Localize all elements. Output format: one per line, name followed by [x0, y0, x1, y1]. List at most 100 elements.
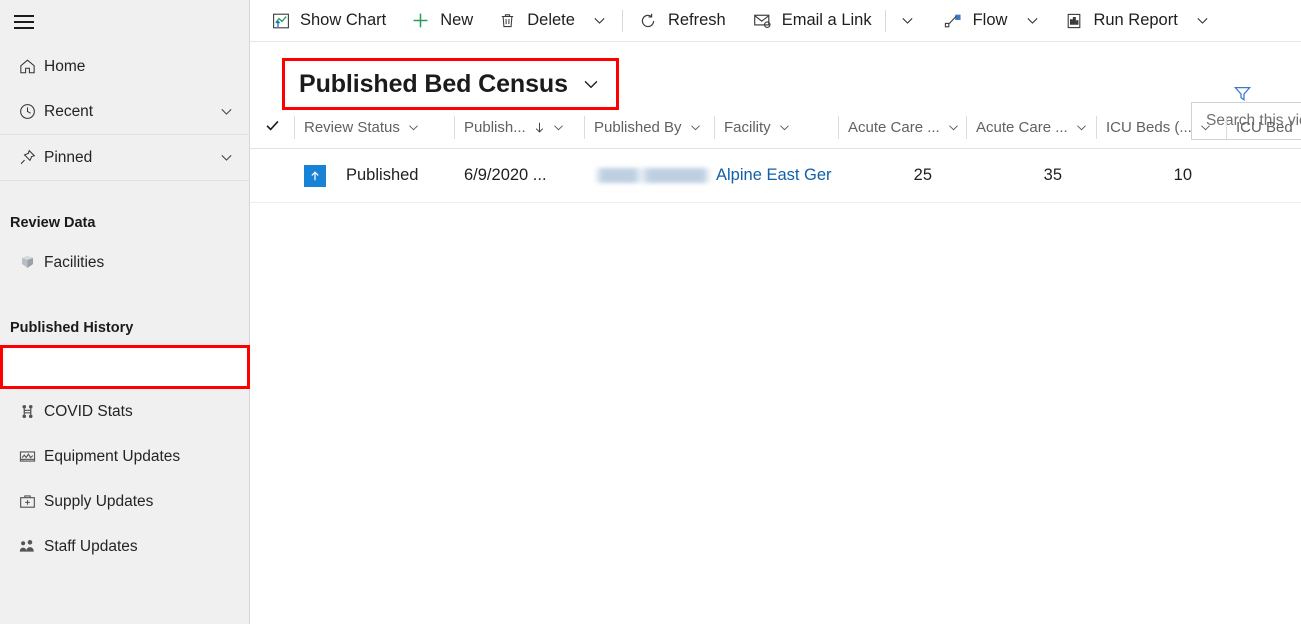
- sidebar-item-bed-census[interactable]: Bed Census: [0, 345, 249, 389]
- grid-header-label: Acute Care ...: [976, 119, 1068, 136]
- equipment-icon: [10, 447, 44, 466]
- sidebar-item-facilities[interactable]: Facilities: [0, 240, 249, 285]
- grid-header-acute-care-1[interactable]: Acute Care ...: [838, 107, 966, 148]
- view-bar: Published Bed Census: [250, 42, 1301, 140]
- review-status-value: Published: [346, 166, 419, 184]
- site-map-hamburger-button[interactable]: [0, 0, 48, 44]
- delete-overflow-caret[interactable]: [583, 0, 617, 42]
- chevron-down-icon[interactable]: [218, 149, 235, 166]
- cell-review-status: Published: [294, 149, 454, 202]
- sidebar-item-home[interactable]: Home: [0, 44, 249, 89]
- sidebar-group-title-published-history: Published History: [10, 320, 134, 336]
- sidebar-item-supply-updates[interactable]: Supply Updates: [0, 479, 249, 524]
- refresh-button[interactable]: Refresh: [628, 0, 734, 42]
- grid-header-published-on[interactable]: Publish...: [454, 107, 584, 148]
- grid-header-label: Acute Care ...: [848, 119, 940, 136]
- flow-caret[interactable]: [1015, 0, 1049, 42]
- sidebar-item-covid-stats[interactable]: COVID Stats: [0, 389, 249, 434]
- cell-acute-care-2: 35: [1043, 166, 1062, 184]
- sidebar-item-label: Staff Updates: [44, 537, 138, 555]
- email-a-link-button[interactable]: Email a Link: [734, 0, 880, 42]
- trash-icon: [497, 10, 518, 31]
- grid-header-row: Review Status Publish... Published By Fa…: [250, 107, 1301, 149]
- clock-icon: [10, 102, 44, 121]
- run-report-button[interactable]: Run Report: [1049, 0, 1185, 42]
- bed-icon: [10, 357, 44, 377]
- grid-header-label: ICU Bed: [1236, 119, 1293, 136]
- cell-published-on: 6/9/2020 ...: [464, 166, 547, 184]
- sidebar-item-label: Recent: [44, 102, 94, 120]
- hamburger-icon: [14, 15, 34, 29]
- app-root: Home Recent Pinned Review Data Facilitie…: [0, 0, 1301, 624]
- flow-button[interactable]: Flow: [925, 0, 1016, 42]
- email-a-link-overflow-caret[interactable]: [891, 0, 925, 42]
- refresh-icon: [638, 10, 659, 31]
- run-report-label: Run Report: [1093, 11, 1178, 29]
- published-up-arrow-icon: [304, 164, 326, 187]
- command-separator: [884, 9, 886, 32]
- sidebar-item-label: Home: [44, 57, 86, 75]
- virus-icon: [10, 402, 44, 421]
- refresh-label: Refresh: [667, 11, 726, 29]
- sidebar-item-label: Facilities: [44, 253, 105, 271]
- sidebar-item-pinned[interactable]: Pinned: [0, 135, 249, 180]
- grid-header-icu-beds-1[interactable]: ICU Beds (...: [1096, 107, 1226, 148]
- sidebar-item-label: Bed Census: [44, 358, 129, 375]
- grid-header-review-status[interactable]: Review Status: [294, 107, 454, 148]
- grid-header-select-all[interactable]: [250, 107, 294, 148]
- chevron-down-icon: [551, 120, 566, 135]
- facility-link[interactable]: Alpine East Ger: [716, 166, 832, 185]
- new-button[interactable]: New: [394, 0, 481, 42]
- table-row[interactable]: Published 6/9/2020 ... Alpine East Ger 2…: [250, 149, 1301, 203]
- sidebar: Home Recent Pinned Review Data Facilitie…: [0, 0, 250, 624]
- grid-header-acute-care-2[interactable]: Acute Care ...: [966, 107, 1096, 148]
- plus-icon: [410, 10, 431, 31]
- view-selector-button[interactable]: Published Bed Census: [282, 58, 619, 110]
- grid-header-label: ICU Beds (...: [1106, 119, 1192, 136]
- redacted-value: [594, 168, 712, 183]
- main-content: Show Chart New Delete Refresh Email a Li…: [250, 0, 1301, 624]
- flow-label: Flow: [972, 11, 1008, 29]
- supply-icon: [10, 492, 44, 511]
- pin-icon: [10, 148, 44, 167]
- check-icon: [264, 117, 281, 138]
- show-chart-button[interactable]: Show Chart: [262, 0, 394, 42]
- sidebar-item-recent[interactable]: Recent: [0, 89, 249, 134]
- grid-header-label: Facility: [724, 119, 771, 136]
- sidebar-item-label: Pinned: [44, 148, 93, 166]
- chevron-down-icon: [406, 120, 421, 135]
- run-report-caret[interactable]: [1186, 0, 1220, 42]
- new-label: New: [440, 11, 474, 29]
- sidebar-item-label: COVID Stats: [44, 402, 133, 420]
- sidebar-group-title-review-data: Review Data: [10, 215, 96, 231]
- cell-icu-beds-2: [1226, 149, 1301, 202]
- chevron-down-icon: [688, 120, 703, 135]
- show-chart-label: Show Chart: [300, 11, 387, 29]
- cell-facility[interactable]: Alpine East Ger: [714, 149, 838, 202]
- flow-icon: [943, 10, 964, 31]
- view-title: Published Bed Census: [299, 69, 568, 98]
- delete-button[interactable]: Delete: [481, 0, 583, 42]
- chevron-down-icon: [777, 120, 792, 135]
- sidebar-divider: [0, 180, 249, 181]
- grid-header-facility[interactable]: Facility: [714, 107, 838, 148]
- sidebar-item-equipment-updates[interactable]: Equipment Updates: [0, 434, 249, 479]
- cell-acute-care-1: 25: [913, 166, 932, 184]
- sort-ascending-icon: [532, 120, 547, 135]
- sidebar-item-staff-updates[interactable]: Staff Updates: [0, 524, 249, 569]
- command-separator: [621, 9, 623, 32]
- records-grid: Review Status Publish... Published By Fa…: [250, 107, 1301, 624]
- cell-published-by: [584, 149, 714, 202]
- row-select-cell[interactable]: [250, 149, 294, 202]
- grid-header-published-by[interactable]: Published By: [584, 107, 714, 148]
- email-a-link-label: Email a Link: [781, 11, 872, 29]
- grid-header-label: Review Status: [304, 119, 400, 136]
- run-report-icon: [1063, 10, 1084, 31]
- chevron-down-icon[interactable]: [218, 103, 235, 120]
- delete-label: Delete: [527, 11, 575, 29]
- grid-header-label: Published By: [594, 119, 682, 136]
- sidebar-item-label: Supply Updates: [44, 492, 154, 510]
- home-icon: [10, 57, 44, 76]
- cell-icu-beds-1: 10: [1173, 166, 1192, 184]
- grid-header-icu-beds-2[interactable]: ICU Bed: [1226, 107, 1301, 148]
